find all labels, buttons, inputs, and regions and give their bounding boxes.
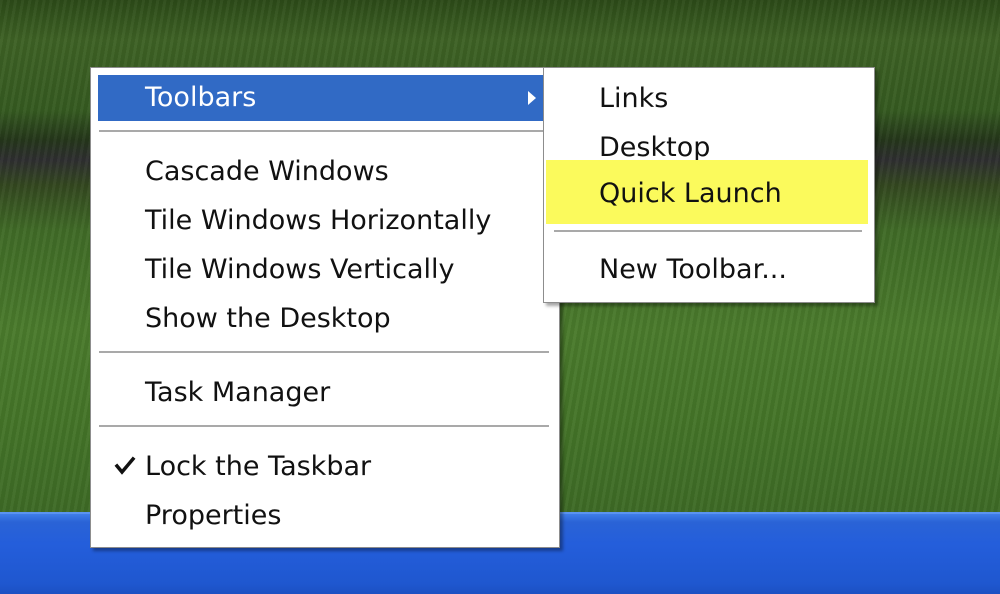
menu-item-toolbars[interactable]: Toolbars [98,75,550,121]
submenu-item-links[interactable]: Links [546,76,868,122]
submenu-item-new-toolbar-label: New Toolbar... [599,254,787,285]
menu-item-task-manager[interactable]: Task Manager [98,370,550,416]
submenu-item-desktop-label: Desktop [599,132,711,163]
toolbars-submenu: Links Desktop Quick Launch New Toolbar..… [543,67,875,303]
menu-item-properties[interactable]: Properties [98,493,550,539]
menu-item-cascade-windows[interactable]: Cascade Windows [98,149,550,195]
menu-item-lock-taskbar[interactable]: Lock the Taskbar [98,444,550,490]
menu-item-tile-vertically[interactable]: Tile Windows Vertically [98,247,550,293]
menu-item-show-desktop-label: Show the Desktop [145,303,391,334]
menu-separator [99,351,549,354]
menu-separator [99,130,549,133]
checkmark-icon [114,456,136,475]
menu-item-toolbars-label: Toolbars [145,82,257,113]
menu-separator [99,425,549,428]
submenu-item-quick-launch[interactable]: Quick Launch [546,160,868,224]
menu-item-tile-horizontally[interactable]: Tile Windows Horizontally [98,198,550,244]
menu-item-properties-label: Properties [145,500,282,531]
menu-item-lock-taskbar-label: Lock the Taskbar [145,451,372,482]
menu-item-tile-horizontally-label: Tile Windows Horizontally [145,205,492,236]
submenu-arrow-icon [528,91,536,105]
menu-item-show-desktop[interactable]: Show the Desktop [98,296,550,342]
submenu-item-links-label: Links [599,83,669,114]
submenu-item-new-toolbar[interactable]: New Toolbar... [546,247,868,293]
menu-item-cascade-windows-label: Cascade Windows [145,156,389,187]
menu-item-task-manager-label: Task Manager [145,377,331,408]
taskbar-context-menu: Toolbars Cascade Windows Tile Windows Ho… [90,67,560,548]
menu-separator [554,230,862,233]
menu-item-tile-vertically-label: Tile Windows Vertically [145,254,455,285]
submenu-item-quick-launch-label: Quick Launch [599,178,782,209]
